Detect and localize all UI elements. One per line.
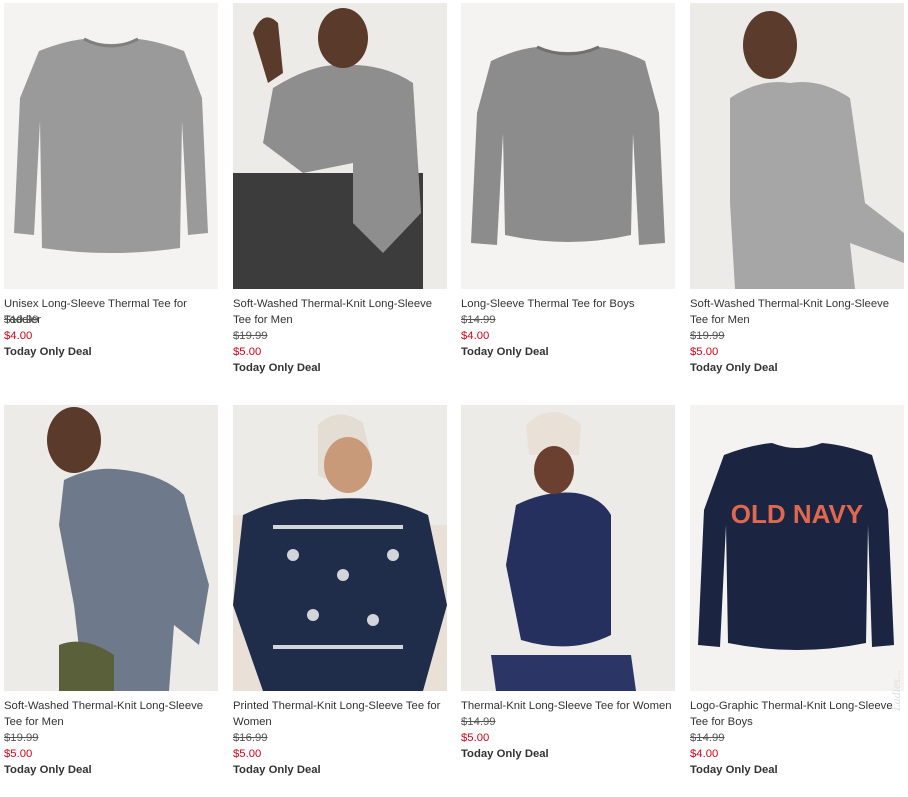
sale-price: $4.00 <box>461 330 490 342</box>
original-price: $19.99 <box>690 330 725 342</box>
original-price: $10.99 <box>4 314 39 326</box>
original-price: $14.99 <box>690 732 725 744</box>
product-name[interactable]: Soft-Washed Thermal-Knit Long-Sleeve Tee… <box>690 296 904 328</box>
original-price: $19.99 <box>4 732 39 744</box>
product-image[interactable]: OLD NAVY <box>690 405 904 691</box>
original-price: $14.99 <box>461 716 496 728</box>
sale-price: $5.00 <box>4 748 33 760</box>
product-name[interactable]: Soft-Washed Thermal-Knit Long-Sleeve Tee… <box>4 698 218 730</box>
deal-badge: Today Only Deal <box>4 764 92 776</box>
product-image[interactable] <box>690 3 904 289</box>
product-image[interactable] <box>233 405 447 691</box>
sale-price: $4.00 <box>4 330 33 342</box>
product-name[interactable]: Soft-Washed Thermal-Knit Long-Sleeve Tee… <box>233 296 447 328</box>
product-image[interactable] <box>461 3 675 289</box>
product-image[interactable] <box>233 3 447 289</box>
deal-badge: Today Only Deal <box>233 764 321 776</box>
deal-badge: Today Only Deal <box>4 346 92 358</box>
product-name[interactable]: Logo-Graphic Thermal-Knit Long-Sleeve Te… <box>690 698 904 730</box>
watermark: Ladies... <box>889 670 903 712</box>
product-name[interactable]: Printed Thermal-Knit Long-Sleeve Tee for… <box>233 698 447 730</box>
sale-price: $5.00 <box>233 346 262 358</box>
product-image[interactable] <box>461 405 675 691</box>
original-price: $19.99 <box>233 330 268 342</box>
deal-badge: Today Only Deal <box>690 362 778 374</box>
sale-price: $4.00 <box>690 748 719 760</box>
sale-price: $5.00 <box>690 346 719 358</box>
sale-price: $5.00 <box>461 732 490 744</box>
original-price: $16.99 <box>233 732 268 744</box>
deal-badge: Today Only Deal <box>690 764 778 776</box>
logo-text: OLD NAVY <box>731 499 863 529</box>
sale-price: $5.00 <box>233 748 262 760</box>
deal-badge: Today Only Deal <box>461 346 549 358</box>
product-name[interactable]: Thermal-Knit Long-Sleeve Tee for Women <box>461 698 675 714</box>
deal-badge: Today Only Deal <box>461 748 549 760</box>
deal-badge: Today Only Deal <box>233 362 321 374</box>
product-image[interactable] <box>4 3 218 289</box>
product-image[interactable] <box>4 405 218 691</box>
product-name[interactable]: Long-Sleeve Thermal Tee for Boys <box>461 296 675 312</box>
original-price: $14.99 <box>461 314 496 326</box>
